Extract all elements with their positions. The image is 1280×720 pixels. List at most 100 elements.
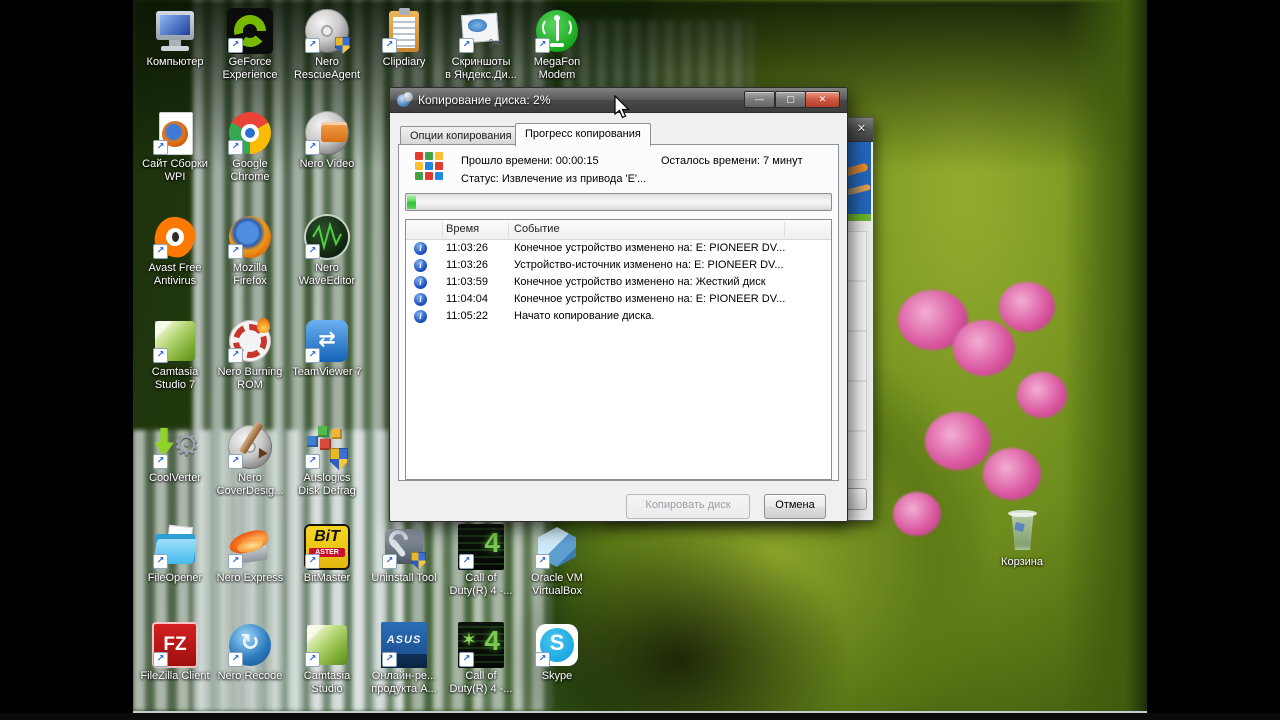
shortcut-arrow-icon: ↗ <box>459 652 474 667</box>
desktop-icon-yandex[interactable]: ✂ ↗ Скриншоты в Яндекс.Ди... <box>439 8 523 82</box>
log-time: 11:03:26 <box>446 259 489 271</box>
shortcut-arrow-icon: ↗ <box>228 554 243 569</box>
column-header-event[interactable]: Событие <box>514 223 560 235</box>
desktop-icon-label: Camtasia Studio 7 <box>151 366 199 391</box>
desktop-icon-rescueagent[interactable]: ↗ Nero RescueAgent <box>285 8 369 82</box>
desktop-icon-neroexpress[interactable]: ↗ Nero Express <box>208 524 292 585</box>
desktop-icon-uninstalltool[interactable]: ↗ Uninstall Tool <box>362 524 446 585</box>
tab-copy-options[interactable]: Опции копирования <box>400 126 522 145</box>
log-event: Начато копирование диска. <box>514 310 655 322</box>
desktop-icon-bitmaster[interactable]: BiT ASTER ↗ BitMaster <box>285 524 369 585</box>
desktop-icon-auslogics[interactable]: ↗ Auslogics Disk Defrag <box>285 424 369 498</box>
log-event: Устройство-источник изменено на: E: PION… <box>514 259 784 271</box>
desktop-icon-skype[interactable]: S ↗ Skype <box>515 622 599 683</box>
event-log-header[interactable]: Время Событие <box>406 220 831 240</box>
shortcut-arrow-icon: ↗ <box>305 244 320 259</box>
desktop-icon-label: Скриншоты в Яндекс.Ди... <box>445 56 517 81</box>
shortcut-arrow-icon: ↗ <box>535 652 550 667</box>
minimize-button[interactable]: — <box>744 91 775 108</box>
desktop-icon-camtasia[interactable]: ↗ Camtasia Studio <box>285 622 369 696</box>
desktop-icon-virtualbox[interactable]: ↗ Oracle VM VirtualBox <box>515 524 599 598</box>
letterbox-bottom <box>0 713 1280 720</box>
geforce-icon: ↗ <box>227 8 273 54</box>
desktop-icon-nerorecode[interactable]: ↻ ↗ Nero Recode <box>208 622 292 683</box>
log-time: 11:03:26 <box>446 242 489 254</box>
coverdesigner-icon: ↗ <box>227 421 273 470</box>
desktop-icon-waveeditor[interactable]: ↗ Nero WaveEditor <box>285 214 369 288</box>
skype-icon: S ↗ <box>534 622 580 668</box>
log-row[interactable]: i 11:03:26 Конечное устройство изменено на… <box>406 240 831 257</box>
progress-bar-fill <box>407 195 416 209</box>
tab-copy-progress[interactable]: Прогресс копирования <box>515 123 651 146</box>
desktop-icon-label: FileOpener <box>147 572 203 584</box>
desktop-icon-geforce[interactable]: ↗ GeForce Experience <box>208 8 292 82</box>
background-window-bottom-button[interactable] <box>845 488 867 510</box>
log-event: Конечное устройство изменено на: Жесткий… <box>514 276 766 288</box>
desktop-icon-label: BitMaster <box>303 572 351 584</box>
desktop-icon-label: Mozilla Firefox <box>232 262 268 287</box>
dialog-title: Копирование диска: 2% <box>418 93 551 107</box>
log-event: Конечное устройство изменено на: E: PION… <box>514 293 786 305</box>
log-row[interactable]: i 11:03:26 Устройство-источник изменено на… <box>406 257 831 274</box>
desktop-icon-chrome[interactable]: ↗ Google Chrome <box>208 110 292 184</box>
avast-icon: ↗ <box>152 214 198 260</box>
shortcut-arrow-icon: ↗ <box>153 454 168 469</box>
desktop-icon-label: Camtasia Studio <box>303 670 351 695</box>
megafon-icon: ↗ <box>534 8 580 54</box>
desktop-icon-cod4b[interactable]: ✶ 4 ↗ Call of Duty(R) 4 -... <box>439 622 523 696</box>
desktop-icon-label: FileZilla Client <box>140 670 210 682</box>
status-text: Статус: Извлечение из привода 'E'... <box>461 173 647 185</box>
camtasia7-icon: ↗ <box>152 318 198 364</box>
shortcut-arrow-icon: ↗ <box>228 454 243 469</box>
desktop-icon-computer[interactable]: Компьютер <box>133 8 217 69</box>
teamviewer-icon: ⇄ ↗ <box>304 318 350 364</box>
mouse-cursor <box>614 95 630 119</box>
shortcut-arrow-icon: ↗ <box>228 652 243 667</box>
log-row[interactable]: i 11:05:22 Начато копирование диска. <box>406 308 831 325</box>
camtasia-icon: ↗ <box>304 622 350 668</box>
log-row[interactable]: i 11:04:04 Конечное устройство изменено на… <box>406 291 831 308</box>
close-icon[interactable]: ✕ <box>857 122 866 135</box>
column-header-time[interactable]: Время <box>446 223 479 235</box>
desktop-icon-teamviewer[interactable]: ⇄ ↗ TeamViewer 7 <box>285 318 369 379</box>
desktop-icon-avast[interactable]: ↗ Avast Free Antivirus <box>133 214 217 288</box>
shortcut-arrow-icon: ↗ <box>228 244 243 259</box>
desktop-icon-label: Google Chrome <box>230 158 270 183</box>
nerorecode-icon: ↻ ↗ <box>227 622 273 668</box>
elapsed-time-text: Прошло времени: 00:00:15 <box>461 155 599 167</box>
shortcut-arrow-icon: ↗ <box>228 140 243 155</box>
log-time: 11:05:22 <box>446 310 489 322</box>
log-row[interactable]: i 11:03:59 Конечное устройство изменено на… <box>406 274 831 291</box>
neroexpress-icon: ↗ <box>227 524 273 570</box>
maximize-button[interactable]: ▢ <box>775 91 806 108</box>
firefox-icon: ↗ <box>227 214 273 260</box>
desktop-icon-asus[interactable]: ASUS ↗ Онлайн-ре... продукта A... <box>362 622 446 696</box>
desktop-icon-label: Компьютер <box>146 56 204 68</box>
desktop-icon-camtasia7[interactable]: ↗ Camtasia Studio 7 <box>133 318 217 392</box>
cod4b-icon: ✶ 4 ↗ <box>458 622 504 668</box>
shortcut-arrow-icon: ↗ <box>305 140 320 155</box>
waveeditor-icon: ↗ <box>304 214 350 260</box>
cancel-button[interactable]: Отмена <box>764 494 826 519</box>
neroburning-icon: ↗ <box>227 318 273 364</box>
desktop-icon-neroburning[interactable]: ↗ Nero Burning ROM <box>208 318 292 392</box>
desktop-icon-filezilla[interactable]: FZ ↗ FileZilla Client <box>133 622 217 683</box>
desktop-icon-clipdiary[interactable]: ↗ Clipdiary <box>362 8 446 69</box>
desktop-icon-megafon[interactable]: ↗ MegaFon Modem <box>515 8 599 82</box>
desktop-icon-coolverter[interactable]: ⚙ ↗ CoolVerter <box>133 424 217 485</box>
desktop-icon-fileopener[interactable]: ↗ FileOpener <box>133 524 217 585</box>
desktop-icon-nerovideo[interactable]: ↗ Nero Video <box>285 110 369 171</box>
desktop-icon-label: Онлайн-ре... продукта A... <box>371 670 437 695</box>
shortcut-arrow-icon: ↗ <box>305 38 320 53</box>
desktop-icon-wpi[interactable]: ↗ Сайт Сборки WPI <box>133 110 217 184</box>
info-icon: i <box>414 310 427 323</box>
desktop-icon-recycle[interactable]: Корзина <box>980 508 1064 569</box>
desktop-icon-firefox[interactable]: ↗ Mozilla Firefox <box>208 214 292 288</box>
close-button[interactable]: ✕ <box>805 91 840 108</box>
desktop-icon-cod4[interactable]: 4 ↗ Call of Duty(R) 4 -... <box>439 524 523 598</box>
desktop-icon-label: Nero WaveEditor <box>298 262 356 287</box>
desktop-icon-label: Сайт Сборки WPI <box>142 158 208 183</box>
rescueagent-icon: ↗ <box>304 8 350 54</box>
desktop-icon-coverdesigner[interactable]: ↗ Nero CoverDesig... <box>208 421 292 498</box>
copy-disc-button[interactable]: Копировать диск <box>626 494 750 519</box>
